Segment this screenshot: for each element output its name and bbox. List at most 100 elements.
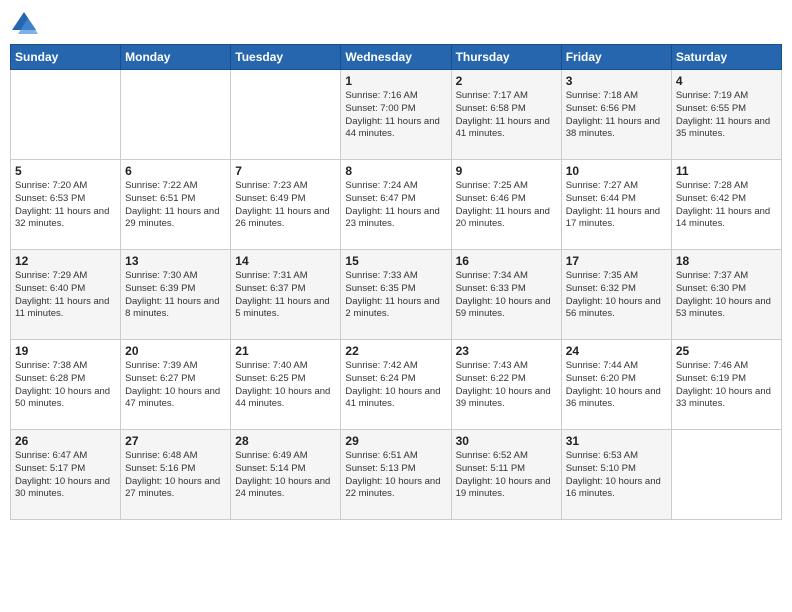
cell-content: Sunrise: 7:18 AM Sunset: 6:56 PM Dayligh… bbox=[566, 90, 667, 141]
calendar-week-row: 1 Sunrise: 7:16 AM Sunset: 7:00 PM Daylig… bbox=[11, 70, 782, 160]
cell-content: Sunrise: 7:27 AM Sunset: 6:44 PM Dayligh… bbox=[566, 180, 667, 231]
weekday-header: Tuesday bbox=[231, 45, 341, 70]
cell-content: Sunrise: 7:39 AM Sunset: 6:27 PM Dayligh… bbox=[125, 360, 226, 411]
calendar-cell: 8 Sunrise: 7:24 AM Sunset: 6:47 PM Daylig… bbox=[341, 160, 451, 250]
calendar-cell: 13 Sunrise: 7:30 AM Sunset: 6:39 PM Dayli… bbox=[121, 250, 231, 340]
calendar-cell: 2Sunrise: 7:17 AM Sunset: 6:58 PM Daylig… bbox=[451, 70, 561, 160]
day-number: 23 bbox=[456, 344, 557, 358]
calendar-cell bbox=[11, 70, 121, 160]
day-number: 8 bbox=[345, 164, 446, 178]
day-number: 26 bbox=[15, 434, 116, 448]
day-number: 19 bbox=[15, 344, 116, 358]
calendar-header: SundayMondayTuesdayWednesdayThursdayFrid… bbox=[11, 45, 782, 70]
cell-content: Sunrise: 7:28 AM Sunset: 6:42 PM Dayligh… bbox=[676, 180, 777, 231]
cell-content: Sunrise: 7:42 AM Sunset: 6:24 PM Dayligh… bbox=[345, 360, 446, 411]
calendar-cell: 21Sunrise: 7:40 AM Sunset: 6:25 PM Dayli… bbox=[231, 340, 341, 430]
cell-content: Sunrise: 7:43 AM Sunset: 6:22 PM Dayligh… bbox=[456, 360, 557, 411]
day-number: 13 bbox=[125, 254, 226, 268]
calendar-cell: 19 Sunrise: 7:38 AM Sunset: 6:28 PM Dayli… bbox=[11, 340, 121, 430]
cell-content: Sunrise: 7:44 AM Sunset: 6:20 PM Dayligh… bbox=[566, 360, 667, 411]
day-number: 18 bbox=[676, 254, 777, 268]
cell-content: Sunrise: 7:30 AM Sunset: 6:39 PM Dayligh… bbox=[125, 270, 226, 321]
weekday-header: Friday bbox=[561, 45, 671, 70]
cell-content: Sunrise: 6:52 AM Sunset: 5:11 PM Dayligh… bbox=[456, 450, 557, 501]
weekday-header: Saturday bbox=[671, 45, 781, 70]
day-number: 6 bbox=[125, 164, 226, 178]
day-number: 27 bbox=[125, 434, 226, 448]
calendar-cell: 14 Sunrise: 7:31 AM Sunset: 6:37 PM Dayli… bbox=[231, 250, 341, 340]
day-number: 30 bbox=[456, 434, 557, 448]
cell-content: Sunrise: 6:51 AM Sunset: 5:13 PM Dayligh… bbox=[345, 450, 446, 501]
calendar-cell: 25 Sunrise: 7:46 AM Sunset: 6:19 PM Dayli… bbox=[671, 340, 781, 430]
day-number: 3 bbox=[566, 74, 667, 88]
cell-content: Sunrise: 7:23 AM Sunset: 6:49 PM Dayligh… bbox=[235, 180, 336, 231]
cell-content: Sunrise: 7:20 AM Sunset: 6:53 PM Dayligh… bbox=[15, 180, 116, 231]
calendar-cell bbox=[231, 70, 341, 160]
calendar-cell: 30 Sunrise: 6:52 AM Sunset: 5:11 PM Dayli… bbox=[451, 430, 561, 520]
calendar-cell: 27 Sunrise: 6:48 AM Sunset: 5:16 PM Dayli… bbox=[121, 430, 231, 520]
day-number: 22 bbox=[345, 344, 446, 358]
calendar-cell: 20Sunrise: 7:39 AM Sunset: 6:27 PM Dayli… bbox=[121, 340, 231, 430]
calendar-cell bbox=[671, 430, 781, 520]
calendar-cell: 15 Sunrise: 7:33 AM Sunset: 6:35 PM Dayli… bbox=[341, 250, 451, 340]
cell-content: Sunrise: 7:46 AM Sunset: 6:19 PM Dayligh… bbox=[676, 360, 777, 411]
calendar-cell: 11Sunrise: 7:28 AM Sunset: 6:42 PM Dayli… bbox=[671, 160, 781, 250]
cell-content: Sunrise: 7:24 AM Sunset: 6:47 PM Dayligh… bbox=[345, 180, 446, 231]
logo-icon bbox=[10, 10, 38, 38]
cell-content: Sunrise: 6:47 AM Sunset: 5:17 PM Dayligh… bbox=[15, 450, 116, 501]
cell-content: Sunrise: 7:22 AM Sunset: 6:51 PM Dayligh… bbox=[125, 180, 226, 231]
calendar-cell: 9 Sunrise: 7:25 AM Sunset: 6:46 PM Daylig… bbox=[451, 160, 561, 250]
calendar-cell: 29Sunrise: 6:51 AM Sunset: 5:13 PM Dayli… bbox=[341, 430, 451, 520]
calendar-table: SundayMondayTuesdayWednesdayThursdayFrid… bbox=[10, 44, 782, 520]
cell-content: Sunrise: 7:17 AM Sunset: 6:58 PM Dayligh… bbox=[456, 90, 557, 141]
calendar-cell: 7 Sunrise: 7:23 AM Sunset: 6:49 PM Daylig… bbox=[231, 160, 341, 250]
calendar-cell: 22 Sunrise: 7:42 AM Sunset: 6:24 PM Dayli… bbox=[341, 340, 451, 430]
cell-content: Sunrise: 7:40 AM Sunset: 6:25 PM Dayligh… bbox=[235, 360, 336, 411]
calendar-cell: 12Sunrise: 7:29 AM Sunset: 6:40 PM Dayli… bbox=[11, 250, 121, 340]
day-number: 7 bbox=[235, 164, 336, 178]
weekday-header: Sunday bbox=[11, 45, 121, 70]
calendar-cell: 17Sunrise: 7:35 AM Sunset: 6:32 PM Dayli… bbox=[561, 250, 671, 340]
day-number: 31 bbox=[566, 434, 667, 448]
weekday-header: Monday bbox=[121, 45, 231, 70]
calendar-cell: 28 Sunrise: 6:49 AM Sunset: 5:14 PM Dayli… bbox=[231, 430, 341, 520]
weekday-header: Thursday bbox=[451, 45, 561, 70]
calendar-cell: 1 Sunrise: 7:16 AM Sunset: 7:00 PM Daylig… bbox=[341, 70, 451, 160]
calendar-week-row: 5 Sunrise: 7:20 AM Sunset: 6:53 PM Daylig… bbox=[11, 160, 782, 250]
calendar-cell: 23 Sunrise: 7:43 AM Sunset: 6:22 PM Dayli… bbox=[451, 340, 561, 430]
calendar-cell: 5 Sunrise: 7:20 AM Sunset: 6:53 PM Daylig… bbox=[11, 160, 121, 250]
cell-content: Sunrise: 7:38 AM Sunset: 6:28 PM Dayligh… bbox=[15, 360, 116, 411]
cell-content: Sunrise: 7:19 AM Sunset: 6:55 PM Dayligh… bbox=[676, 90, 777, 141]
calendar-cell: 3 Sunrise: 7:18 AM Sunset: 6:56 PM Daylig… bbox=[561, 70, 671, 160]
day-number: 5 bbox=[15, 164, 116, 178]
cell-content: Sunrise: 7:25 AM Sunset: 6:46 PM Dayligh… bbox=[456, 180, 557, 231]
cell-content: Sunrise: 7:34 AM Sunset: 6:33 PM Dayligh… bbox=[456, 270, 557, 321]
calendar-week-row: 19 Sunrise: 7:38 AM Sunset: 6:28 PM Dayli… bbox=[11, 340, 782, 430]
day-number: 9 bbox=[456, 164, 557, 178]
weekday-header: Wednesday bbox=[341, 45, 451, 70]
cell-content: Sunrise: 6:49 AM Sunset: 5:14 PM Dayligh… bbox=[235, 450, 336, 501]
calendar-week-row: 12Sunrise: 7:29 AM Sunset: 6:40 PM Dayli… bbox=[11, 250, 782, 340]
calendar-cell: 18 Sunrise: 7:37 AM Sunset: 6:30 PM Dayli… bbox=[671, 250, 781, 340]
cell-content: Sunrise: 7:33 AM Sunset: 6:35 PM Dayligh… bbox=[345, 270, 446, 321]
day-number: 15 bbox=[345, 254, 446, 268]
day-number: 24 bbox=[566, 344, 667, 358]
cell-content: Sunrise: 6:48 AM Sunset: 5:16 PM Dayligh… bbox=[125, 450, 226, 501]
day-number: 25 bbox=[676, 344, 777, 358]
calendar-body: 1 Sunrise: 7:16 AM Sunset: 7:00 PM Daylig… bbox=[11, 70, 782, 520]
day-number: 1 bbox=[345, 74, 446, 88]
day-number: 14 bbox=[235, 254, 336, 268]
calendar-cell: 26 Sunrise: 6:47 AM Sunset: 5:17 PM Dayli… bbox=[11, 430, 121, 520]
calendar-week-row: 26 Sunrise: 6:47 AM Sunset: 5:17 PM Dayli… bbox=[11, 430, 782, 520]
cell-content: Sunrise: 7:31 AM Sunset: 6:37 PM Dayligh… bbox=[235, 270, 336, 321]
calendar-cell: 4Sunrise: 7:19 AM Sunset: 6:55 PM Daylig… bbox=[671, 70, 781, 160]
calendar-cell: 31 Sunrise: 6:53 AM Sunset: 5:10 PM Dayli… bbox=[561, 430, 671, 520]
cell-content: Sunrise: 7:29 AM Sunset: 6:40 PM Dayligh… bbox=[15, 270, 116, 321]
cell-content: Sunrise: 7:16 AM Sunset: 7:00 PM Dayligh… bbox=[345, 90, 446, 141]
cell-content: Sunrise: 6:53 AM Sunset: 5:10 PM Dayligh… bbox=[566, 450, 667, 501]
cell-content: Sunrise: 7:37 AM Sunset: 6:30 PM Dayligh… bbox=[676, 270, 777, 321]
day-number: 16 bbox=[456, 254, 557, 268]
logo bbox=[10, 10, 42, 38]
calendar-cell: 10Sunrise: 7:27 AM Sunset: 6:44 PM Dayli… bbox=[561, 160, 671, 250]
day-number: 28 bbox=[235, 434, 336, 448]
